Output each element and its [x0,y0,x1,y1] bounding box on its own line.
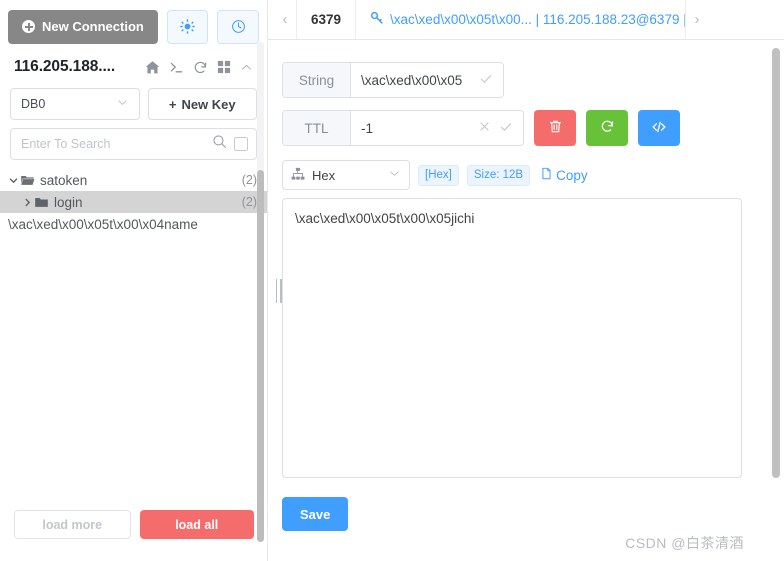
ttl-input[interactable] [361,120,470,136]
load-buttons: load more load all [0,510,268,539]
check-icon[interactable] [499,120,513,137]
home-icon[interactable] [145,60,160,75]
key-detail-content: String TTL [268,40,784,531]
search-box[interactable] [10,128,257,160]
ttl-row: TTL [282,110,760,146]
key-type-label: String [283,63,351,97]
watermark: CSDN @白茶清酒 [625,535,744,551]
ttl-field[interactable] [351,111,523,145]
copy-button[interactable]: Copy [540,167,588,183]
plus-circle-icon [22,20,35,33]
refresh-icon [600,119,615,137]
value-textarea[interactable]: \xac\xed\x00\x05t\x00\x05jichi [282,198,742,478]
search-icon[interactable] [212,134,227,154]
tab-scroll-right-button[interactable]: › [686,0,708,39]
new-key-button[interactable]: + New Key [147,88,257,120]
db-controls: DB0 + New Key [0,84,267,120]
trash-icon [548,119,563,137]
json-view-button[interactable] [638,110,680,146]
main-panel: ‹ 6379 \xac\xed\x00\x05t\x00... | 116.20… [268,0,784,561]
tree-row[interactable]: satoken (2) [0,169,267,191]
code-icon [651,119,667,138]
ttl-label: TTL [283,111,351,145]
history-clock-icon [231,19,246,34]
tab-connection-6379[interactable]: 6379 [296,0,357,39]
document-icon [540,167,553,183]
key-name-row: String [282,62,760,98]
redis-client-window: New Connection 116.205.188.... DB0 + New… [0,0,784,561]
load-all-button[interactable]: load all [139,510,254,539]
tree-leaf-key[interactable]: \xac\xed\x00\x05t\x00\x04name [0,213,267,235]
sidebar: New Connection 116.205.188.... DB0 + New… [0,0,268,561]
main-scrollbar-thumb[interactable] [772,48,780,478]
sidebar-scrollbar[interactable] [257,42,264,542]
connection-name: 116.205.188.... [14,58,116,75]
folder-closed-icon [34,195,49,209]
close-icon[interactable] [478,120,491,136]
refresh-key-button[interactable] [586,110,628,146]
resize-line [275,279,277,303]
format-select[interactable]: Hex [282,160,410,190]
panel-resize-handle[interactable] [274,278,283,304]
key-name-field[interactable] [351,63,503,97]
grid-icon[interactable] [217,60,231,74]
new-connection-button[interactable]: New Connection [8,9,158,44]
size-tag: Size: 12B [466,164,531,186]
sidebar-scrollbar-thumb[interactable] [257,170,264,542]
tree-row[interactable]: login (2) [0,191,267,213]
check-icon[interactable] [479,72,493,89]
tab-connection-label: 6379 [311,12,342,27]
tab-key-label: \xac\xed\x00\x05t\x00... | 116.205.188.2… [390,12,687,27]
chevron-up-icon[interactable] [240,61,253,74]
connection-toolbar: New Connection [0,0,267,46]
settings-icon-button[interactable] [166,9,209,44]
format-row: Hex [Hex] Size: 12B Copy [282,160,760,190]
tab-bar: ‹ 6379 \xac\xed\x00\x05t\x00... | 116.20… [268,0,784,40]
hex-format-tag: [Hex] [418,164,459,186]
search-wrap [0,120,267,160]
db-select[interactable]: DB0 [10,88,140,120]
settings-icon [180,19,195,34]
save-button[interactable]: Save [282,497,349,531]
search-mode-checkbox[interactable] [234,137,248,151]
ttl-group: TTL [282,110,524,146]
chevron-right-icon[interactable] [20,197,34,208]
tree-row-label: satoken [40,172,88,188]
console-icon[interactable] [169,60,184,75]
plus-icon: + [168,96,177,112]
delete-key-button[interactable] [534,110,576,146]
chevron-down-icon [388,167,401,183]
key-name-group: String [282,62,504,98]
folder-open-icon [20,173,35,187]
load-more-button[interactable]: load more [14,510,131,539]
tab-key-detail[interactable]: \xac\xed\x00\x05t\x00... | 116.205.188.2… [356,0,687,39]
search-input[interactable] [21,137,212,151]
copy-label: Copy [556,167,588,183]
history-icon-button[interactable] [217,9,259,44]
refresh-icon[interactable] [193,60,208,75]
tree-row-count: (2) [241,173,257,187]
key-tree: satoken (2) login (2) \xac\xed\x00\x05t\… [0,169,267,235]
connection-action-icons [145,60,253,75]
tree-row-label: login [54,194,83,210]
main-scrollbar[interactable] [772,48,780,528]
connection-header: 116.205.188.... [0,46,267,84]
key-icon [370,11,384,28]
chevron-down-icon [116,96,129,112]
resize-line [280,279,282,303]
chevron-down-icon[interactable] [6,175,20,186]
key-name-input[interactable] [361,72,471,88]
db-select-value: DB0 [21,97,46,111]
hierarchy-icon [291,167,305,184]
tab-scroll-left-button[interactable]: ‹ [274,0,296,39]
tree-row-count: (2) [241,195,257,209]
new-connection-label: New Connection [42,19,144,34]
new-key-label: New Key [181,96,236,112]
format-select-value: Hex [312,167,336,183]
